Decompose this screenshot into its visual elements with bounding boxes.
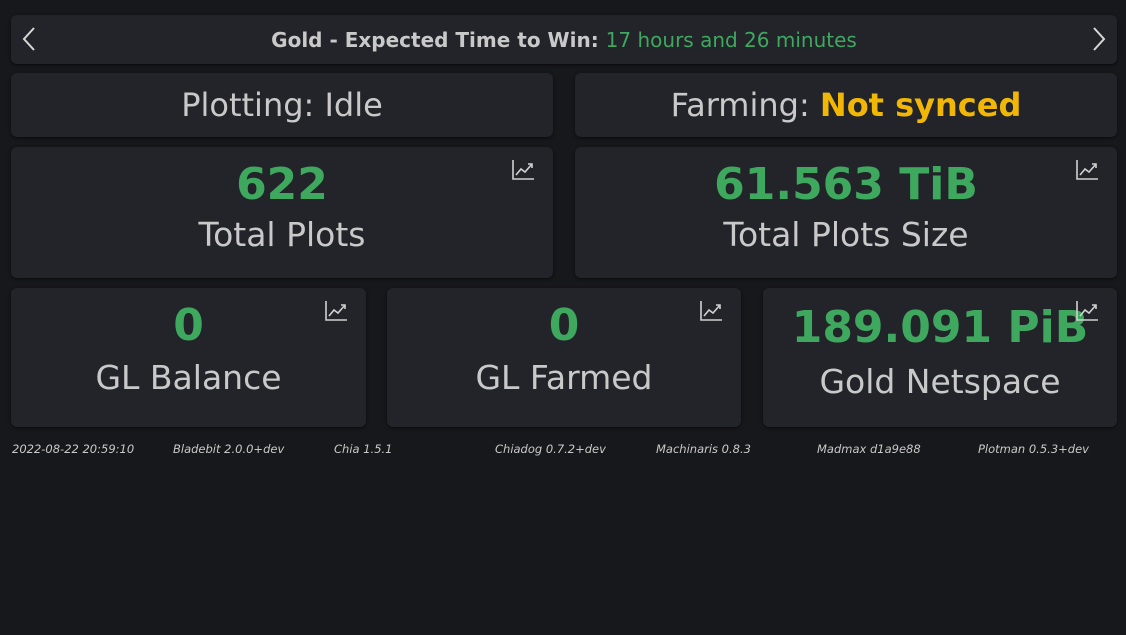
gl-farmed-label: GL Farmed — [475, 358, 653, 397]
footer-chia-version: Chia 1.5.1 — [334, 442, 393, 456]
total-plots-card: 622 Total Plots — [11, 147, 553, 278]
gl-farmed-card: 0 GL Farmed — [387, 288, 741, 427]
footer-madmax-version: Madmax d1a9e88 — [817, 442, 921, 456]
plotting-value: Idle — [324, 86, 383, 124]
total-plots-value: 622 — [236, 159, 328, 210]
footer-bladebit-version: Bladebit 2.0.0+dev — [173, 442, 285, 456]
gl-farmed-value: 0 — [548, 300, 580, 351]
chart-line-icon[interactable] — [1075, 159, 1099, 181]
dashboard: Gold - Expected Time to Win: 17 hours an… — [0, 0, 1126, 635]
gold-netspace-label: Gold Netspace — [819, 362, 1061, 401]
expected-time-banner: Gold - Expected Time to Win: 17 hours an… — [11, 15, 1117, 64]
gl-balance-value: 0 — [173, 300, 204, 351]
plotting-status-card[interactable]: Plotting: Idle — [11, 73, 553, 137]
farming-label: Farming: — [670, 86, 820, 124]
gl-balance-label: GL Balance — [95, 358, 282, 397]
farming-status: Farming: Not synced — [671, 86, 1022, 124]
footer-timestamp: 2022-08-22 20:59:10 — [12, 442, 135, 456]
carousel-next-button[interactable] — [1084, 24, 1114, 54]
gold-netspace-value: 189.091 PiB — [791, 302, 1089, 353]
version-footer: 2022-08-22 20:59:10 Bladebit 2.0.0+dev C… — [12, 442, 1112, 458]
footer-chiadog-version: Chiadog 0.7.2+dev — [495, 442, 606, 456]
expected-time-label: Gold - Expected Time to Win: — [271, 27, 606, 52]
total-plots-label: Total Plots — [198, 215, 366, 254]
farming-value: Not synced — [819, 86, 1022, 124]
footer-machinaris-version: Machinaris 0.8.3 — [656, 442, 751, 456]
chart-line-icon[interactable] — [699, 300, 723, 322]
chart-line-icon[interactable] — [511, 159, 535, 181]
total-plots-size-label: Total Plots Size — [723, 215, 969, 254]
gl-balance-card: 0 GL Balance — [11, 288, 366, 427]
gold-netspace-card: 189.091 PiB Gold Netspace — [763, 288, 1117, 427]
chevron-left-icon — [22, 27, 35, 51]
expected-time-value: 17 hours and 26 minutes — [605, 27, 857, 52]
plotting-label: Plotting: — [181, 86, 325, 124]
carousel-prev-button[interactable] — [14, 24, 44, 54]
chart-line-icon[interactable] — [1075, 300, 1099, 322]
footer-plotman-version: Plotman 0.5.3+dev — [978, 442, 1089, 456]
expected-time-text: Gold - Expected Time to Win: 17 hours an… — [271, 28, 857, 52]
farming-status-card[interactable]: Farming: Not synced — [575, 73, 1117, 137]
total-plots-size-card: 61.563 TiB Total Plots Size — [575, 147, 1117, 278]
total-plots-size-value: 61.563 TiB — [714, 159, 978, 210]
chevron-right-icon — [1093, 27, 1106, 51]
plotting-status: Plotting: Idle — [181, 86, 383, 124]
chart-line-icon[interactable] — [324, 300, 348, 322]
